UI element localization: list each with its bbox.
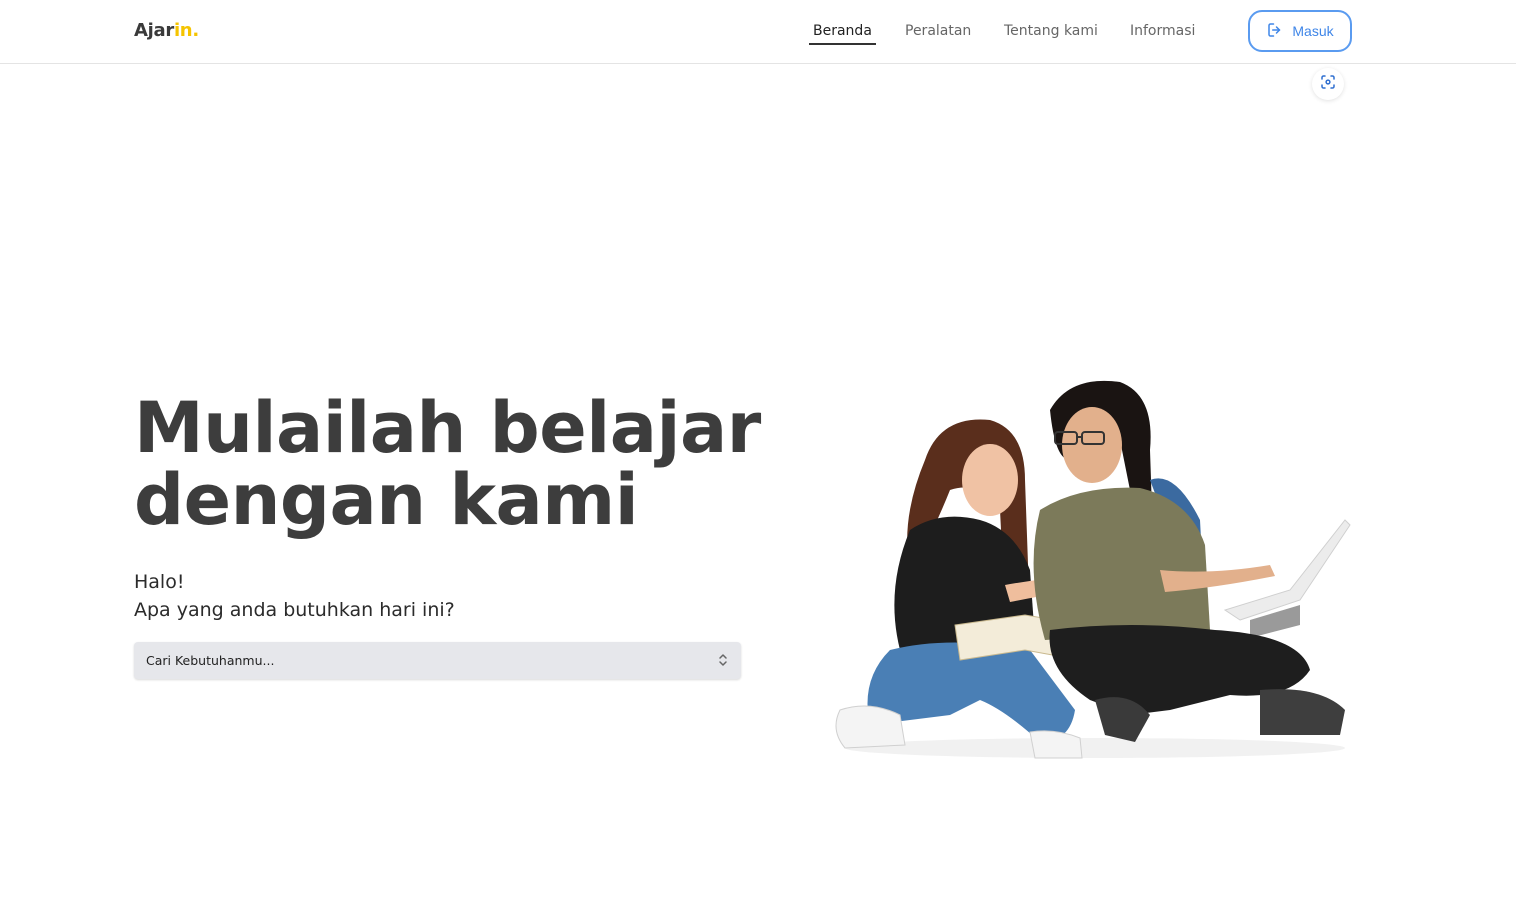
greeting-line2: Apa yang anda butuhkan hari ini?	[134, 599, 455, 621]
students-illustration	[830, 370, 1360, 770]
login-button[interactable]: Masuk	[1248, 10, 1352, 52]
brand-accent: in.	[173, 20, 199, 41]
greeting-line1: Halo!	[134, 571, 185, 593]
top-navbar: Ajarin. Beranda Peralatan Tentang kami I…	[0, 0, 1516, 64]
nav-beranda[interactable]: Beranda	[809, 23, 876, 45]
scan-icon	[1319, 73, 1337, 95]
hero-title: Mulailah belajar dengan kami	[134, 392, 774, 536]
hero-title-line1: Mulailah belajar	[134, 387, 761, 469]
chevron-updown-icon	[717, 652, 729, 668]
nav-informasi[interactable]: Informasi	[1130, 23, 1195, 39]
nav-peralatan[interactable]: Peralatan	[905, 23, 971, 39]
hero-greeting: Halo! Apa yang anda butuhkan hari ini?	[134, 568, 455, 624]
login-icon	[1266, 21, 1284, 42]
needs-select-value: Cari Kebutuhanmu...	[146, 653, 275, 668]
needs-select[interactable]: Cari Kebutuhanmu...	[134, 642, 741, 679]
brand-logo[interactable]: Ajarin.	[134, 20, 199, 41]
nav-tentang-kami[interactable]: Tentang kami	[1004, 23, 1098, 39]
brand-name: Ajar	[134, 20, 174, 41]
hero-title-line2: dengan kami	[134, 459, 639, 541]
login-label: Masuk	[1292, 23, 1334, 39]
scan-button[interactable]	[1312, 68, 1344, 100]
